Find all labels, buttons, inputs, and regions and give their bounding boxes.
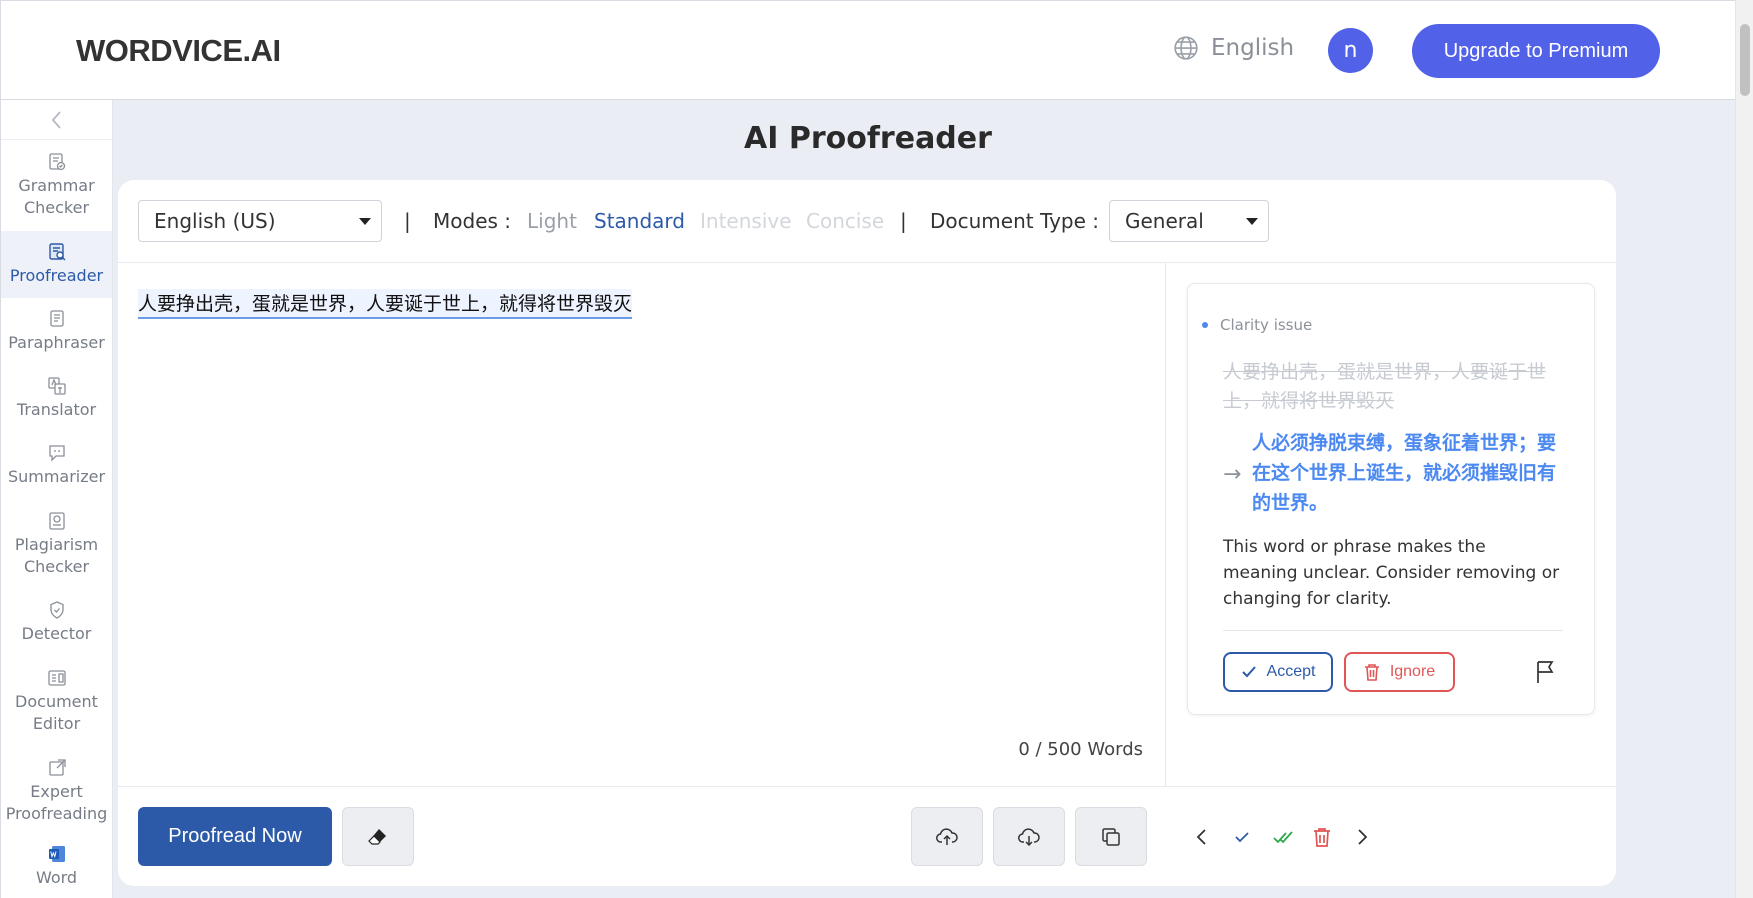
language-dropdown[interactable]: English (US)	[138, 200, 382, 242]
upgrade-premium-button[interactable]: Upgrade to Premium	[1412, 24, 1660, 78]
sidebar-item-expert-proofreading[interactable]: Expert Proofreading	[1, 746, 112, 836]
sidebar-item-label: Summarizer	[7, 467, 106, 486]
document-type-value: General	[1125, 209, 1204, 233]
ignore-label: Ignore	[1389, 663, 1436, 680]
sidebar-item-label: Grammar Checker	[18, 176, 95, 217]
proofreader-icon	[48, 243, 65, 261]
chevron-left-icon	[51, 110, 61, 129]
sidebar-item-translator[interactable]: Translator	[1, 365, 112, 432]
sidebar-item-label: Expert Proofreading	[5, 781, 108, 823]
word-icon	[48, 845, 65, 862]
copy-icon	[1102, 827, 1120, 846]
proofreader-card: English (US) | Modes : Light Standard In…	[118, 180, 1616, 886]
chevron-right-icon	[1358, 829, 1368, 845]
bottom-action-bar: Proofread Now	[118, 786, 1616, 886]
sidebar-item-label: Document Editor	[15, 691, 98, 733]
document-type-dropdown[interactable]: General	[1109, 200, 1269, 242]
document-editor-icon	[47, 669, 66, 686]
page-scrollbar[interactable]	[1735, 0, 1753, 898]
sidebar-item-proofreader[interactable]: Proofreader	[1, 231, 112, 298]
plagiarism-icon	[48, 511, 65, 530]
scrollbar-thumb[interactable]	[1740, 24, 1750, 96]
accept-button[interactable]: Accept	[1223, 652, 1333, 692]
text-editor[interactable]: 人要挣出壳，蛋就是世界，人要诞于世上，就得将世界毁灭 0 / 500 Words	[118, 263, 1166, 786]
double-check-icon	[1273, 831, 1293, 844]
options-toolbar: English (US) | Modes : Light Standard In…	[118, 180, 1616, 263]
arrow-right-icon: →	[1223, 462, 1242, 487]
toolbar-separator: |	[404, 209, 411, 233]
suggested-text[interactable]: 人必须挣脱束缚，蛋象征着世界；要在这个世界上诞生，就必须摧毁旧有的世界。	[1252, 428, 1562, 518]
sidebar-item-word[interactable]: Word	[1, 836, 112, 896]
sidebar-item-grammar-checker[interactable]: Grammar Checker	[1, 140, 112, 231]
trash-icon	[1314, 828, 1330, 847]
sidebar-item-label: Word	[35, 867, 78, 887]
copy-button[interactable]	[1075, 807, 1147, 866]
mode-light[interactable]: Light	[527, 209, 577, 233]
cloud-upload-icon	[936, 827, 958, 845]
user-avatar[interactable]: n	[1328, 28, 1373, 73]
editor-text-highlighted[interactable]: 人要挣出壳，蛋就是世界，人要诞于世上，就得将世界毁灭	[138, 289, 633, 319]
issue-type: Clarity issue	[1202, 316, 1312, 334]
caret-down-icon	[1246, 218, 1258, 225]
mode-concise: Concise	[806, 209, 885, 233]
next-suggestion-button[interactable]	[1350, 825, 1374, 849]
expert-proofreading-icon	[48, 758, 66, 776]
previous-suggestion-button[interactable]	[1190, 825, 1214, 849]
suggestion-explanation: This word or phrase makes the meaning un…	[1223, 537, 1560, 609]
top-header: WORDVICE.AI English n Upgrade to Premium	[0, 0, 1735, 100]
mode-standard[interactable]: Standard	[594, 209, 685, 233]
bullet-dot-icon	[1202, 322, 1208, 328]
download-button[interactable]	[993, 807, 1065, 866]
document-type-label: Document Type :	[930, 209, 1100, 233]
sidebar-item-label: Paraphraser	[8, 333, 105, 352]
sidebar-item-label: Detector	[21, 624, 92, 643]
globe-icon	[1174, 36, 1198, 60]
sidebar-item-label: Proofreader	[9, 266, 104, 285]
collapse-sidebar-button[interactable]	[1, 100, 112, 140]
translator-icon	[47, 377, 66, 395]
summarizer-icon	[48, 445, 65, 462]
wordvice-logo[interactable]: WORDVICE.AI	[76, 33, 281, 69]
caret-down-icon	[359, 218, 371, 225]
paraphraser-icon	[49, 310, 64, 327]
cloud-download-icon	[1018, 827, 1040, 846]
sidebar-item-label: Translator	[16, 400, 97, 419]
chevron-left-icon	[1196, 829, 1206, 845]
original-text: 人要挣出壳，蛋就是世界，人要诞于世上，就得将世界毁灭	[1223, 361, 1547, 412]
proofread-now-button[interactable]: Proofread Now	[138, 807, 332, 866]
ignore-all-button[interactable]	[1310, 825, 1334, 849]
trash-icon	[1364, 664, 1379, 681]
modes-label: Modes :	[433, 209, 512, 233]
mode-intensive: Intensive	[700, 209, 792, 233]
suggestion-card: Clarity issue 人要挣出壳，蛋就是世界，人要诞于世上，就得将世界毁灭…	[1187, 283, 1595, 715]
detector-icon	[49, 601, 64, 619]
flag-icon[interactable]	[1534, 659, 1558, 685]
sidebar-item-detector[interactable]: Detector	[1, 589, 112, 656]
accept-label: Accept	[1266, 663, 1316, 680]
accept-suggestion-button[interactable]	[1230, 825, 1254, 849]
sidebar-item-paraphraser[interactable]: Paraphraser	[1, 298, 112, 365]
sidebar-item-document-editor[interactable]: Document Editor	[1, 656, 112, 746]
word-count: 0 / 500 Words	[1018, 739, 1143, 760]
accept-all-button[interactable]	[1271, 825, 1295, 849]
sidebar-item-label: Plagiarism Checker	[14, 534, 99, 576]
language-selector[interactable]: English	[1173, 35, 1294, 61]
sidebar-item-plagiarism-checker[interactable]: Plagiarism Checker	[1, 499, 112, 589]
clear-text-button[interactable]	[342, 807, 414, 866]
issue-type-label: Clarity issue	[1220, 316, 1313, 334]
upload-button[interactable]	[911, 807, 983, 866]
language-dropdown-value: English (US)	[154, 209, 276, 233]
check-icon	[1235, 832, 1249, 843]
check-icon	[1241, 666, 1256, 678]
eraser-icon	[368, 828, 386, 845]
grammar-check-icon	[48, 153, 65, 171]
divider	[1223, 630, 1563, 631]
sidebar-item-summarizer[interactable]: Summarizer	[1, 432, 112, 499]
sidebar: Grammar Checker Proofreader Paraphraser …	[0, 100, 113, 898]
language-label: English	[1211, 35, 1295, 61]
ignore-button[interactable]: Ignore	[1344, 652, 1455, 692]
toolbar-separator: |	[900, 209, 907, 233]
page-title: AI Proofreader	[744, 121, 992, 156]
